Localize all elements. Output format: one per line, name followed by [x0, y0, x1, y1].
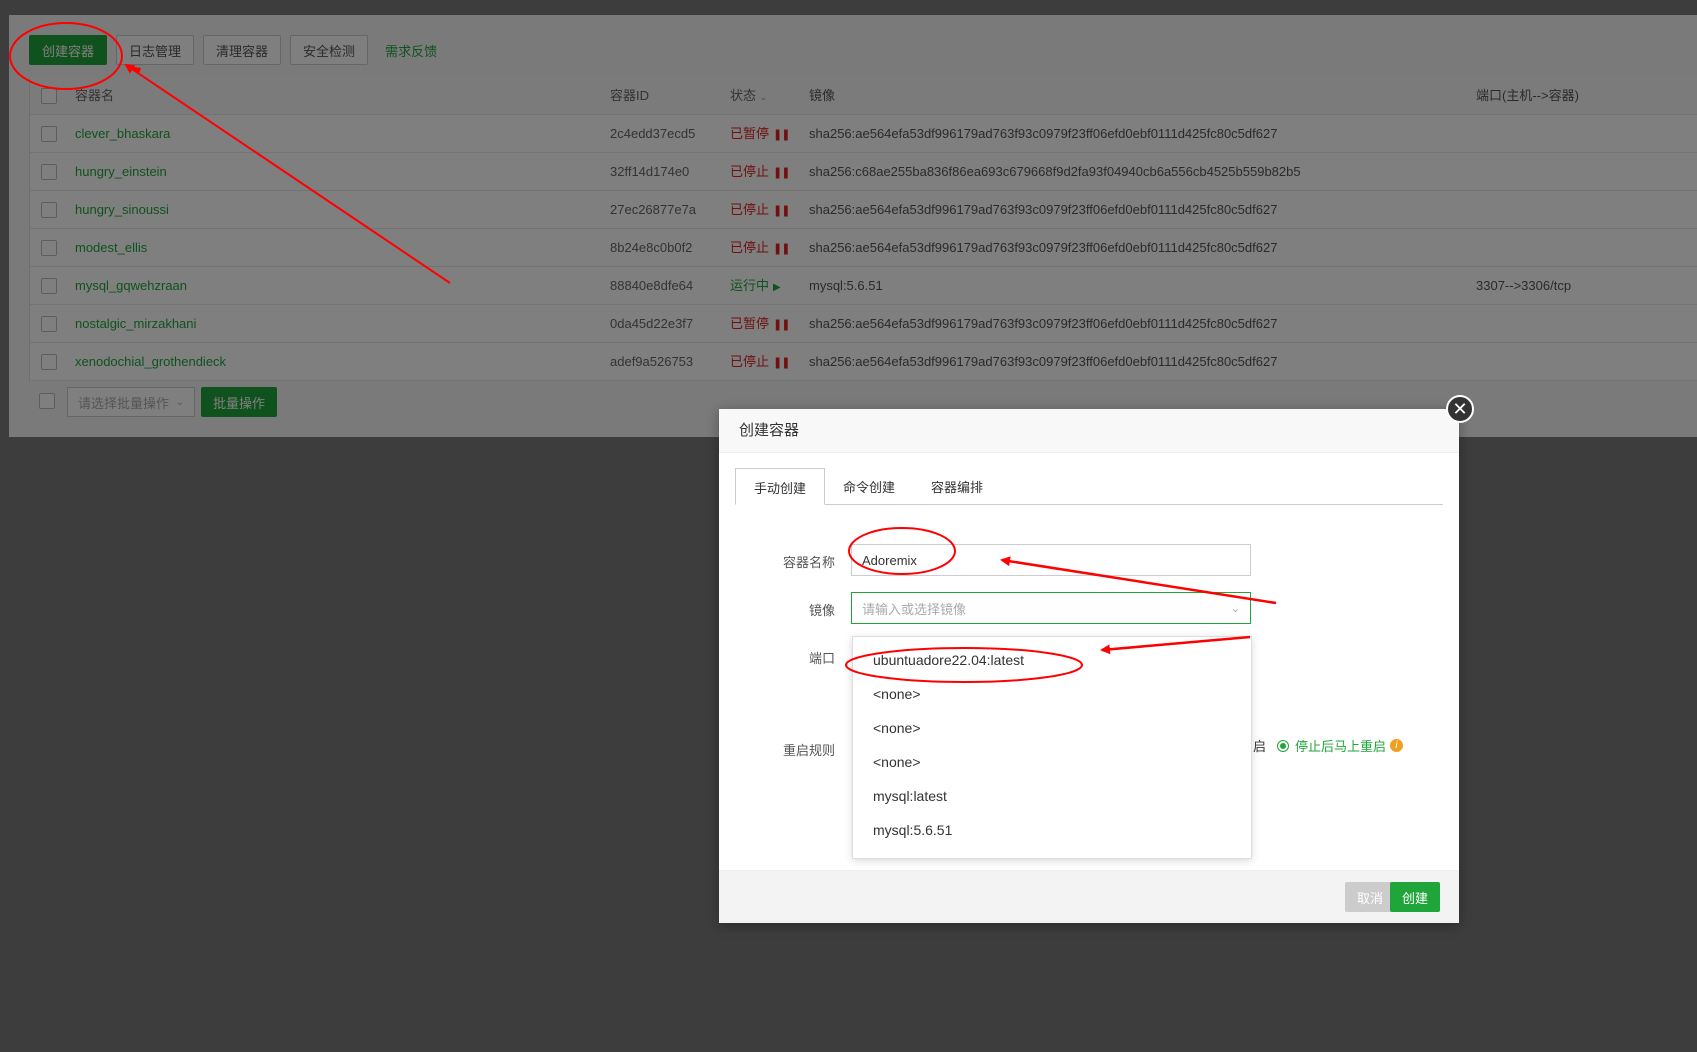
create-container-dialog: 创建容器 ✕ 手动创建 命令创建 容器编排 容器名称 Adoremix 镜像 请… [719, 395, 1474, 923]
image-dropdown: ubuntuadore22.04:latest <none> <none> <n… [852, 636, 1252, 859]
tab-compose[interactable]: 容器编排 [913, 468, 1001, 504]
image-label: 镜像 [808, 603, 835, 618]
close-icon[interactable]: ✕ [1446, 395, 1474, 423]
restart-rule-label: 重启规则 [782, 743, 835, 758]
restart-option-always[interactable]: 停止后马上重启 i [1277, 736, 1404, 755]
container-name-input[interactable]: Adoremix [851, 544, 1251, 576]
image-select-input[interactable]: 请输入或选择镜像 ⌄ [851, 592, 1251, 624]
create-button[interactable]: 创建 [1389, 882, 1440, 912]
image-placeholder: 请输入或选择镜像 [862, 601, 967, 617]
container-name-value: Adoremix [862, 552, 917, 568]
dropdown-option[interactable]: mysql:5.6.51 [853, 813, 1251, 847]
tab-command-create[interactable]: 命令创建 [825, 468, 913, 504]
port-label: 端口 [808, 651, 835, 666]
dropdown-option[interactable]: ubuntuadore22.04:latest [853, 643, 1251, 677]
dialog-footer: 取消 创建 [719, 870, 1459, 923]
dropdown-option[interactable]: mysql:latest [853, 779, 1251, 813]
cancel-button[interactable]: 取消 [1344, 882, 1395, 912]
restart-option-label: 停止后马上重启 [1295, 739, 1387, 754]
chevron-down-icon[interactable]: ⌄ [1231, 602, 1240, 615]
dropdown-option[interactable]: <none> [853, 677, 1251, 711]
dropdown-option[interactable]: <none> [853, 745, 1251, 779]
radio-selected-icon [1277, 739, 1289, 752]
info-icon[interactable]: i [1390, 739, 1404, 752]
dialog-tabs: 手动创建 命令创建 容器编排 [735, 468, 1443, 505]
dialog-title: 创建容器 [719, 409, 1459, 453]
dropdown-option[interactable]: <none> [853, 711, 1251, 745]
tab-manual-create[interactable]: 手动创建 [735, 468, 826, 505]
container-name-label: 容器名称 [782, 555, 835, 570]
restart-partial-text: 启 [1253, 739, 1267, 754]
